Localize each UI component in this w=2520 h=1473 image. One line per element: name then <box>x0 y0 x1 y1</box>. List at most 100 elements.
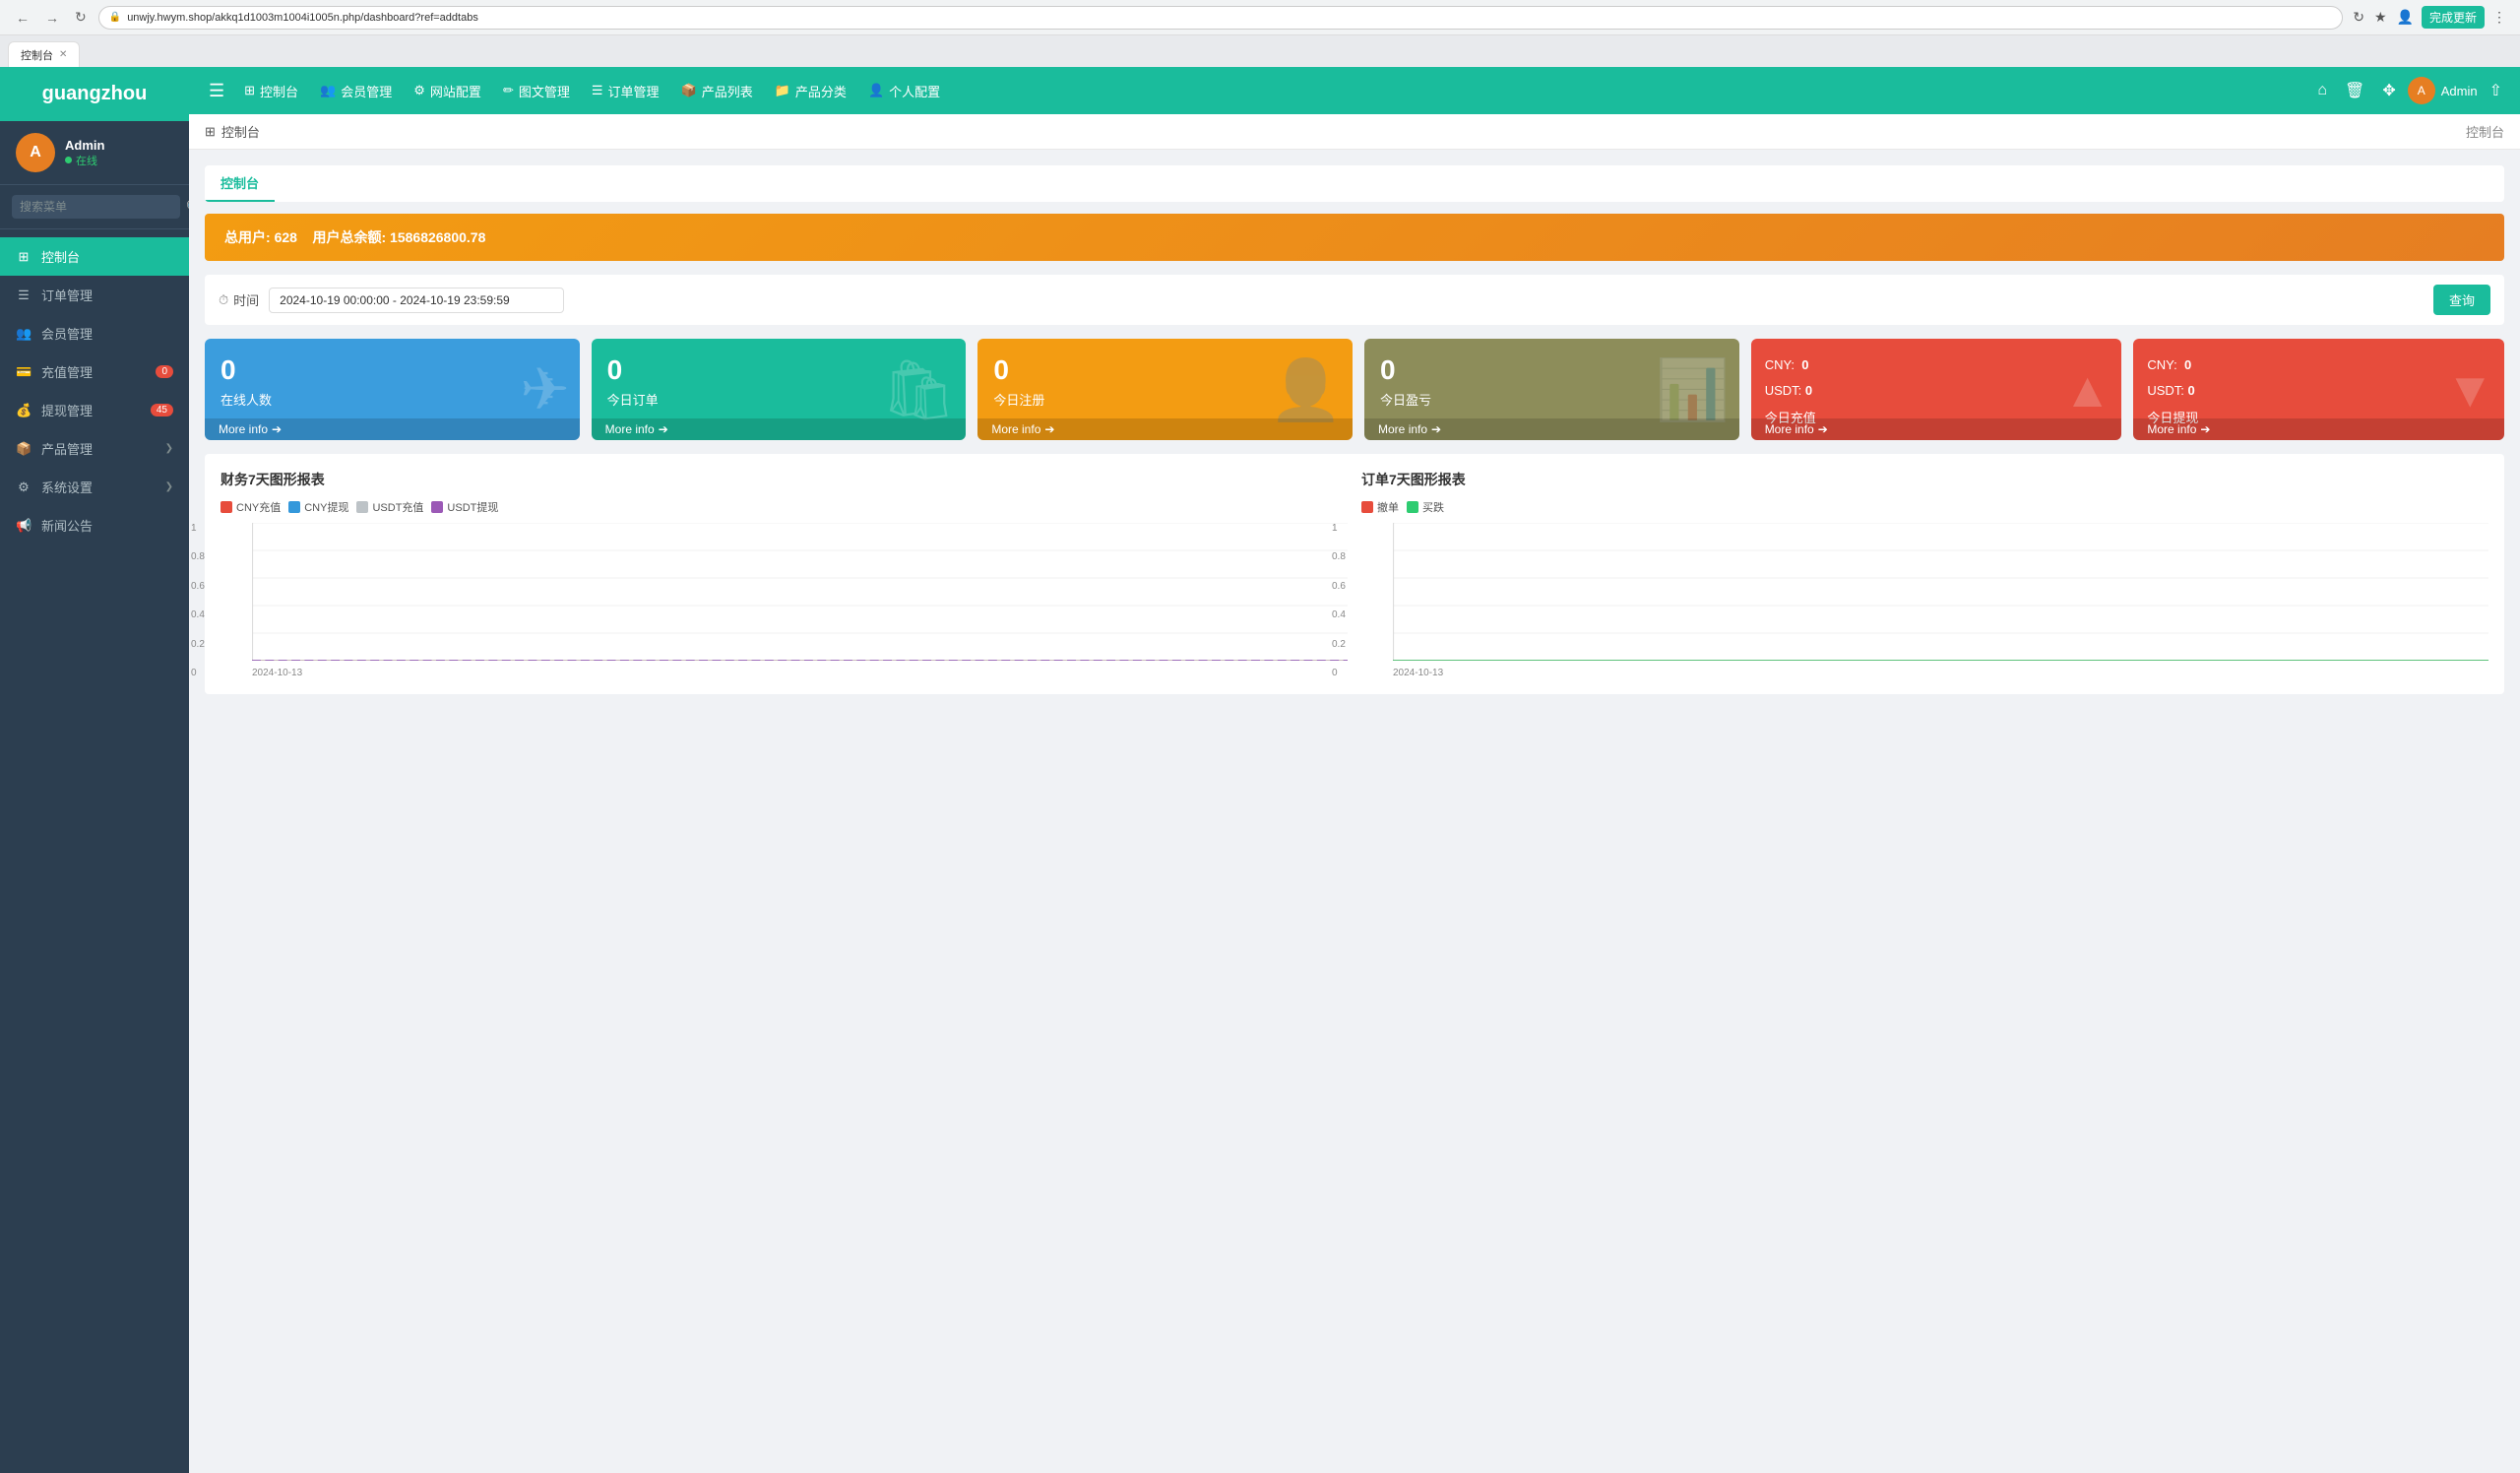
sidebar-toggle-button[interactable]: ☰ <box>201 75 232 107</box>
page-header-left: ⊞ 控制台 <box>205 122 260 141</box>
reload-button[interactable]: ↻ <box>71 7 91 28</box>
status-dot <box>65 157 72 163</box>
date-filter-row: ⏱ 时间 查询 <box>205 275 2504 325</box>
legend-cancel-order: 撤单 <box>1361 499 1399 515</box>
sidebar-item-products[interactable]: 📦 产品管理 ❯ <box>0 429 189 468</box>
legend-usdt-withdraw: USDT提现 <box>431 499 498 515</box>
sidebar-item-dashboard[interactable]: ⊞ 控制台 <box>0 237 189 276</box>
browser-chrome: ← → ↻ 🔒 unwjy.hwym.shop/akkq1d1003m1004i… <box>0 0 2520 35</box>
tab-close-icon[interactable]: ✕ <box>59 49 67 60</box>
topnav-productlist-icon: 📦 <box>681 83 697 98</box>
sidebar-menu: ⊞ 控制台 ☰ 订单管理 👥 会员管理 💳 充值管理 0 💰 提现管理 45 <box>0 229 189 1473</box>
forward-button[interactable]: → <box>41 8 63 28</box>
settings-icon: ⚙ <box>16 480 32 495</box>
topnav-item-imgtext[interactable]: ✏ 图文管理 <box>493 74 580 108</box>
topnav-members-icon: 👥 <box>320 83 336 98</box>
page-title: 控制台 <box>221 122 260 141</box>
topnav-item-productlist[interactable]: 📦 产品列表 <box>671 74 763 108</box>
topnav-item-orders[interactable]: ☰ 订单管理 <box>582 74 669 108</box>
orders-chart-panel: 订单7天图形报表 撤单 买跌 <box>1361 470 2488 678</box>
lock-icon: 🔒 <box>109 12 121 23</box>
stat-more-online[interactable]: More info ➔ <box>205 418 580 440</box>
topnav-item-siteconfig[interactable]: ⚙ 网站配置 <box>404 74 491 108</box>
search-input[interactable] <box>12 195 180 219</box>
finance-chart-title: 财务7天图形报表 <box>220 470 1348 489</box>
finance-x-label: 2024-10-13 <box>252 668 1348 678</box>
stat-more-profit-today[interactable]: More info ➔ <box>1364 418 1739 440</box>
cast-icon[interactable]: ↻ <box>2351 7 2366 28</box>
orders-y-labels: 1 0.8 0.6 0.4 0.2 0 <box>1332 523 1346 678</box>
sidebar-search-bar[interactable]: 🔍 <box>0 185 189 229</box>
menu-button[interactable]: ⋮ <box>2490 7 2508 28</box>
orders-chart-svg <box>1393 523 2488 661</box>
stat-bg-icon-recharge: ▲ <box>2063 361 2112 418</box>
legend-buy-down: 买跌 <box>1407 499 1444 515</box>
brand-logo: guangzhou <box>0 67 189 121</box>
topnav-home-icon[interactable]: ⌂ <box>2311 76 2333 105</box>
finance-chart-panel: 财务7天图形报表 CNY充值 CNY提现 <box>220 470 1348 678</box>
sidebar-item-orders[interactable]: ☰ 订单管理 <box>0 276 189 314</box>
topnav-item-profile[interactable]: 👤 个人配置 <box>858 74 950 108</box>
stat-bg-icon-withdraw: ▼ <box>2446 361 2495 418</box>
arrow-right-icon: ➔ <box>659 422 668 436</box>
recharge-badge: 0 <box>156 365 173 378</box>
arrow-right-icon: ➔ <box>1044 422 1054 436</box>
finance-y-labels: 1 0.8 0.6 0.4 0.2 0 <box>191 523 205 678</box>
bookmark-icon[interactable]: ★ <box>2372 7 2389 28</box>
orders-chart-legend: 撤单 买跌 <box>1361 499 2488 515</box>
topnav-orders-icon: ☰ <box>592 83 603 98</box>
recharge-icon: 💳 <box>16 364 32 380</box>
sidebar-item-settings[interactable]: ⚙ 系统设置 ❯ <box>0 468 189 506</box>
topnav-user-menu[interactable]: A Admin <box>2408 77 2478 104</box>
arrow-icon: ❯ <box>165 481 173 492</box>
legend-dot <box>220 501 232 513</box>
topnav-profile-icon: 👤 <box>868 83 884 98</box>
topnav-item-members[interactable]: 👥 会员管理 <box>310 74 402 108</box>
finance-chart-legend: CNY充值 CNY提现 USDT充值 <box>220 499 1348 515</box>
filter-label: ⏱ 时间 <box>219 290 259 309</box>
url-bar[interactable]: 🔒 unwjy.hwym.shop/akkq1d1003m1004i1005n.… <box>98 6 2344 30</box>
stat-card-online: 0 在线人数 ✈ More info ➔ <box>205 339 580 440</box>
stat-value-online: 0 <box>220 354 564 386</box>
stat-more-recharge[interactable]: More info ➔ <box>1751 418 2122 440</box>
browser-tab-dashboard[interactable]: 控制台 ✕ <box>8 41 80 67</box>
update-button[interactable]: 完成更新 <box>2422 6 2485 29</box>
legend-dot <box>1361 501 1373 513</box>
topnav-expand-icon[interactable]: ✥ <box>2376 75 2401 106</box>
topnav-username: Admin <box>2441 84 2478 98</box>
sidebar-item-recharge[interactable]: 💳 充值管理 0 <box>0 352 189 391</box>
sidebar-item-withdraw[interactable]: 💰 提现管理 45 <box>0 391 189 429</box>
username-label: Admin <box>65 138 104 153</box>
tab-pill-bar: 控制台 <box>205 165 2504 202</box>
tab-pill-dashboard[interactable]: 控制台 <box>205 165 275 202</box>
topnav-item-productcat[interactable]: 📁 产品分类 <box>765 74 856 108</box>
news-icon: 📢 <box>16 518 32 534</box>
total-balance-label: 用户总余额: <box>312 229 386 245</box>
stat-more-withdraw[interactable]: More info ➔ <box>2133 418 2504 440</box>
topnav-share-icon[interactable]: ⇧ <box>2484 75 2508 106</box>
query-button[interactable]: 查询 <box>2433 285 2490 315</box>
account-icon[interactable]: 👤 <box>2395 7 2416 28</box>
recharge-lines: CNY: 0 USDT: 0 <box>1765 352 2109 404</box>
stat-more-reg-today[interactable]: More info ➔ <box>977 418 1353 440</box>
stats-cards-row: 0 在线人数 ✈ More info ➔ 0 今日订单 🛍 More inf <box>205 339 2504 440</box>
date-range-input[interactable] <box>269 288 564 313</box>
stat-more-orders-today[interactable]: More info ➔ <box>592 418 967 440</box>
topnav-dashboard-icon: ⊞ <box>244 83 255 98</box>
stat-card-profit-today: 0 今日盈亏 📊 More info ➔ <box>1364 339 1739 440</box>
legend-usdt-recharge: USDT充值 <box>356 499 423 515</box>
arrow-icon: ❯ <box>165 443 173 454</box>
topnav-avatar: A <box>2408 77 2435 104</box>
stat-label-online: 在线人数 <box>220 390 564 409</box>
finance-chart-svg <box>252 523 1348 661</box>
back-button[interactable]: ← <box>12 8 33 28</box>
sidebar-item-members[interactable]: 👥 会员管理 <box>0 314 189 352</box>
sidebar-item-news[interactable]: 📢 新闻公告 <box>0 506 189 544</box>
breadcrumb: 控制台 <box>2466 122 2504 141</box>
sidebar: guangzhou A Admin 在线 🔍 ⊞ 控制台 ☰ 订单管理 <box>0 67 189 1473</box>
topnav-item-dashboard[interactable]: ⊞ 控制台 <box>234 74 308 108</box>
total-balance-value: 1586826800.78 <box>390 229 485 245</box>
browser-action-buttons: ↻ ★ 👤 完成更新 ⋮ <box>2351 6 2508 29</box>
legend-dot <box>431 501 443 513</box>
topnav-trash-icon[interactable]: 🗑 <box>2339 75 2370 106</box>
